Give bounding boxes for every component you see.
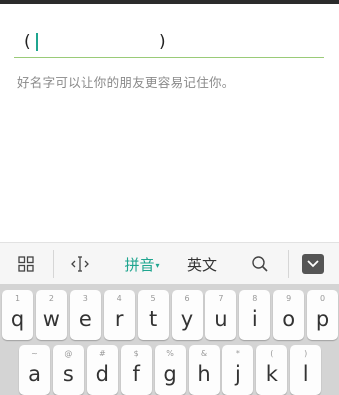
key-hint-label: ( [270,349,274,358]
key-l[interactable]: ) l [290,345,322,395]
key-char-label: g [163,362,177,386]
dropdown-arrow-icon: ▾ [155,260,160,270]
key-char-label: p [315,307,330,331]
key-hint-label: 1 [14,294,21,303]
key-hint-label: 8 [252,294,258,303]
key-char-label: d [95,362,109,386]
name-hint: 好名字可以让你的朋友更容易记住你。 [17,75,235,90]
key-char-label: s [62,362,74,386]
key-hint-label: 0 [320,294,326,303]
key-r[interactable]: 4r [103,290,135,340]
close-paren: ) [159,32,166,52]
key-hint-label: 9 [286,294,292,303]
key-hint-label: % [166,349,174,358]
key-hint-label: ~ [31,349,38,358]
search-icon[interactable] [240,243,280,285]
pinyin-mode-button[interactable]: 拼音 ▾ [112,243,172,285]
key-w[interactable]: 2w [35,290,67,340]
keyboard-hide-icon [302,254,324,274]
pinyin-label: 拼音 [124,255,155,274]
key-g[interactable]: % g [154,345,186,395]
text-caret [36,33,38,51]
key-char-label: q [10,307,25,331]
key-d[interactable]: # d [86,345,118,395]
key-j[interactable]: * j [222,345,254,395]
key-a[interactable]: ~ a [19,345,50,395]
key-char-label: f [132,362,140,386]
key-char-label: u [214,307,228,331]
key-char-label: t [148,307,158,331]
input-underline [14,57,324,58]
key-char-label: k [265,362,278,386]
key-p[interactable]: 0p [307,290,339,340]
key-hint-label: 4 [116,294,122,303]
key-q[interactable]: 1q [2,290,33,340]
key-char-label: h [197,362,211,386]
keyboard-hide-button[interactable] [294,243,332,285]
key-f[interactable]: $ f [120,345,152,395]
qwerty-keyboard: 1q2w3e4r5t6y7u8i9o0p ~ a @ s # d $ f% g & h * j(k) l [0,284,339,395]
ime-toolbar: 拼音 ▾ 英文 [0,242,339,284]
key-hint-label: $ [133,349,139,358]
key-i[interactable]: 8i [239,290,271,340]
key-hint-label: 2 [48,294,54,303]
key-e[interactable]: 3e [69,290,101,340]
key-char-label: i [251,307,258,331]
key-hint-label: ) [304,349,308,358]
key-u[interactable]: 7u [205,290,237,340]
key-char-label: r [114,307,124,331]
grid-icon[interactable] [8,243,44,285]
key-hint-label: 6 [184,294,190,303]
key-char-label: w [42,307,60,331]
english-mode-button[interactable]: 英文 [180,243,224,285]
key-hint-label: @ [64,349,73,358]
key-k[interactable]: (k [256,345,288,395]
key-hint-label: 7 [218,294,224,303]
key-h[interactable]: & h [188,345,220,395]
toolbar-divider [288,250,289,278]
key-hint-label: 5 [150,294,156,303]
key-o[interactable]: 9o [273,290,305,340]
key-s[interactable]: @ s [52,345,84,395]
key-char-label: j [234,362,241,386]
key-char-label: o [282,307,296,331]
open-paren: ( [24,32,31,52]
edit-name-panel: ( ) 好名字可以让你的朋友更容易记住你。 [0,4,339,242]
key-hint-label: 3 [82,294,88,303]
toolbar-divider [53,250,54,278]
key-char-label: a [28,362,41,386]
key-hint-label: * [235,349,240,358]
key-hint-label: # [98,349,106,358]
name-input[interactable]: ( ) [14,26,324,58]
cursor-move-icon[interactable] [58,243,102,285]
key-char-label: e [78,307,92,331]
key-hint-label: & [200,349,208,358]
key-char-label: l [302,362,309,386]
key-char-label: y [180,307,194,331]
key-t[interactable]: 5t [137,290,169,340]
key-y[interactable]: 6y [171,290,203,340]
